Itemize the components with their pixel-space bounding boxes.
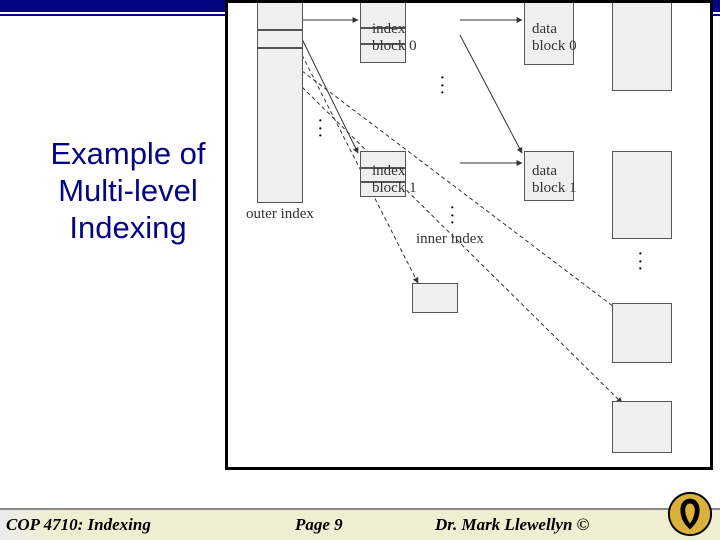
data-block-1-label: data block 1 <box>532 163 592 196</box>
diagram: outer index ··· index block 0 ··· index … <box>232 3 708 467</box>
data-column-mid <box>612 151 672 239</box>
index-block-0-text: index block 0 <box>372 21 417 54</box>
inner-index-label: inner index <box>416 231 484 248</box>
footer-bar: COP 4710: Indexing Page 9 Dr. Mark Llewe… <box>0 508 720 540</box>
index-block-1-text: index block 1 <box>372 163 417 196</box>
footer-page: Page 9 <box>295 515 343 535</box>
footer-author: Dr. Mark Llewellyn © <box>435 515 589 535</box>
ellipsis-icon: ··· <box>638 251 643 274</box>
outer-index-label: outer index <box>246 206 314 223</box>
data-column-bottom <box>612 401 672 453</box>
diagram-frame: outer index ··· index block 0 ··· index … <box>225 0 713 470</box>
footer-course: COP 4710: Indexing <box>6 515 151 535</box>
ellipsis-icon: ··· <box>440 75 445 98</box>
data-column-lower <box>612 303 672 363</box>
index-block-1-label: index block 1 <box>372 163 432 196</box>
outer-index-row <box>257 29 303 31</box>
outer-index-block <box>257 3 303 203</box>
index-block-0-label: index block 0 <box>372 21 432 54</box>
ellipsis-icon: ··· <box>318 118 323 141</box>
data-column-top <box>612 3 672 91</box>
ucf-logo-icon <box>666 490 714 538</box>
ellipsis-icon: ··· <box>450 205 455 228</box>
data-block-0-label: data block 0 <box>532 21 592 54</box>
slide-title: Example of Multi-level Indexing <box>28 135 228 247</box>
index-block-stub <box>412 283 458 313</box>
data-block-1-text: data block 1 <box>532 163 577 196</box>
outer-index-row <box>257 47 303 49</box>
data-block-0-text: data block 0 <box>532 21 577 54</box>
